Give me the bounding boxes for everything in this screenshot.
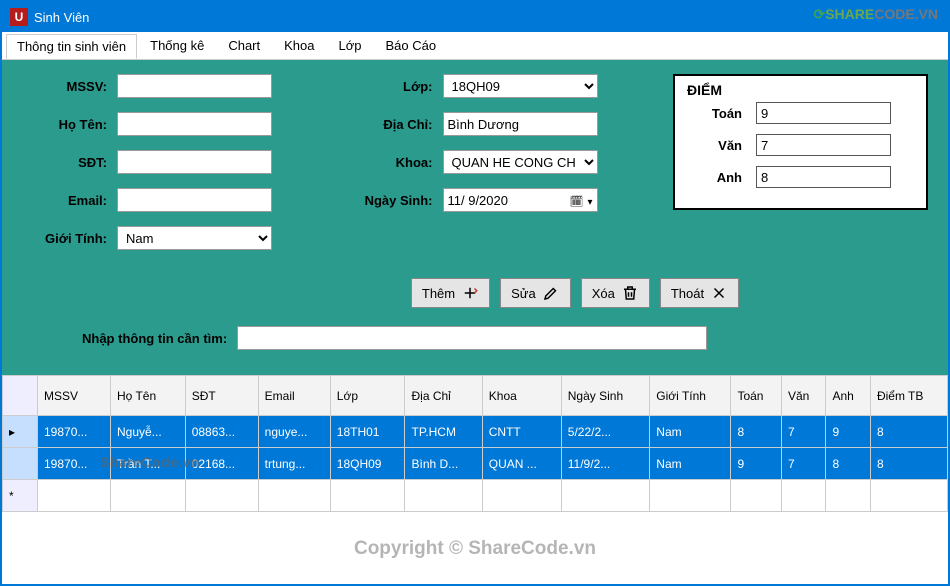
tab-thongke[interactable]: Thống kê <box>139 33 215 58</box>
row-indicator <box>3 448 38 480</box>
delete-button[interactable]: Xóa <box>581 278 650 308</box>
tab-lop[interactable]: Lớp <box>328 33 373 58</box>
col-van[interactable]: Văn <box>781 376 825 416</box>
cell[interactable]: 02168... <box>185 448 258 480</box>
col-rowheader <box>3 376 38 416</box>
cell[interactable]: Nguyễ... <box>110 416 185 448</box>
select-khoa[interactable]: QUAN HE CONG CH <box>443 150 598 174</box>
table-row[interactable]: 19870... Trần T... 02168... trtung... 18… <box>3 448 948 480</box>
col-hoten[interactable]: Họ Tên <box>110 376 185 416</box>
cell[interactable]: 18QH09 <box>330 448 405 480</box>
titlebar: U Sinh Viên ⟳SHARECODE.VN <box>2 2 948 32</box>
cell[interactable]: QUAN ... <box>482 448 561 480</box>
label-email: Email: <box>22 193 107 208</box>
tab-khoa[interactable]: Khoa <box>273 33 325 58</box>
cell[interactable]: nguye... <box>258 416 330 448</box>
table-row[interactable]: ▸ 19870... Nguyễ... 08863... nguye... 18… <box>3 416 948 448</box>
cell[interactable]: 8 <box>870 416 947 448</box>
cell[interactable]: 19870... <box>38 416 111 448</box>
label-ngaysinh: Ngày Sinh: <box>348 193 433 208</box>
col-toan[interactable]: Toán <box>731 376 782 416</box>
label-mssv: MSSV: <box>22 79 107 94</box>
close-icon <box>710 284 728 302</box>
row-indicator: ▸ <box>3 416 38 448</box>
window-title: Sinh Viên <box>34 10 89 25</box>
cell[interactable]: 7 <box>781 416 825 448</box>
watermark-sharecode: ⟳SHARECODE.VN <box>813 6 938 23</box>
cell[interactable]: 19870... <box>38 448 111 480</box>
table-row-new[interactable]: * <box>3 480 948 512</box>
label-lop: Lớp: <box>348 79 433 94</box>
datepicker-ngaysinh[interactable]: 11/ 9/2020 🗓▾ <box>443 188 598 212</box>
cell[interactable]: 18TH01 <box>330 416 405 448</box>
input-hoten[interactable] <box>117 112 272 136</box>
score-panel: ĐIỂM Toán Văn Anh <box>673 74 928 210</box>
label-sdt: SĐT: <box>22 155 107 170</box>
label-anh: Anh <box>687 170 742 185</box>
select-gioitinh[interactable]: Nam <box>117 226 272 250</box>
input-email[interactable] <box>117 188 272 212</box>
pencil-icon <box>542 284 560 302</box>
cell[interactable]: trtung... <box>258 448 330 480</box>
cell[interactable]: TP.HCM <box>405 416 482 448</box>
label-diachi: Địa Chỉ: <box>348 117 433 132</box>
calendar-icon: 🗓 <box>570 196 584 208</box>
col-lop[interactable]: Lớp <box>330 376 405 416</box>
cell[interactable]: 8 <box>870 448 947 480</box>
cell[interactable]: 9 <box>731 448 782 480</box>
search-input[interactable] <box>237 326 707 350</box>
cell[interactable]: 11/9/2... <box>561 448 650 480</box>
search-label: Nhập thông tin cần tìm: <box>82 331 227 346</box>
cell[interactable]: 8 <box>826 448 870 480</box>
grid-header-row: MSSV Họ Tên SĐT Email Lớp Địa Chỉ Khoa N… <box>3 376 948 416</box>
add-icon <box>461 284 479 302</box>
cell[interactable]: 7 <box>781 448 825 480</box>
app-icon: U <box>10 8 28 26</box>
score-header: ĐIỂM <box>687 82 914 98</box>
label-hoten: Họ Tên: <box>22 117 107 132</box>
select-lop[interactable]: 18QH09 <box>443 74 598 98</box>
tab-thongtin[interactable]: Thông tin sinh viên <box>6 34 137 59</box>
input-anh[interactable] <box>756 166 891 188</box>
cell[interactable]: 5/22/2... <box>561 416 650 448</box>
tab-chart[interactable]: Chart <box>217 33 271 58</box>
cell[interactable]: Trần T... <box>110 448 185 480</box>
cell[interactable]: Nam <box>650 416 731 448</box>
cell[interactable]: 08863... <box>185 416 258 448</box>
new-row-indicator: * <box>3 480 38 512</box>
col-diachi[interactable]: Địa Chỉ <box>405 376 482 416</box>
input-toan[interactable] <box>756 102 891 124</box>
col-khoa[interactable]: Khoa <box>482 376 561 416</box>
data-grid[interactable]: MSSV Họ Tên SĐT Email Lớp Địa Chỉ Khoa N… <box>2 375 948 512</box>
chevron-down-icon: ▾ <box>587 197 592 208</box>
label-khoa: Khoa: <box>348 155 433 170</box>
tab-baocao[interactable]: Báo Cáo <box>375 33 448 58</box>
cell[interactable]: Nam <box>650 448 731 480</box>
input-diachi[interactable] <box>443 112 598 136</box>
edit-button[interactable]: Sửa <box>500 278 571 308</box>
add-button[interactable]: Thêm <box>411 278 490 308</box>
cell[interactable]: 9 <box>826 416 870 448</box>
date-value: 11/ 9/2020 <box>448 193 508 208</box>
col-diemtb[interactable]: Điểm TB <box>870 376 947 416</box>
cell[interactable]: 8 <box>731 416 782 448</box>
exit-button[interactable]: Thoát <box>660 278 739 308</box>
label-van: Văn <box>687 138 742 153</box>
tab-strip: Thông tin sinh viên Thống kê Chart Khoa … <box>2 32 948 60</box>
label-gioitinh: Giới Tính: <box>22 231 107 246</box>
form-panel: MSSV: Họ Tên: SĐT: Email: Giới Tính:Nam … <box>2 60 948 375</box>
cell[interactable]: Bình D... <box>405 448 482 480</box>
col-mssv[interactable]: MSSV <box>38 376 111 416</box>
col-ngaysinh[interactable]: Ngày Sinh <box>561 376 650 416</box>
cell[interactable]: CNTT <box>482 416 561 448</box>
col-sdt[interactable]: SĐT <box>185 376 258 416</box>
col-gioitinh[interactable]: Giới Tính <box>650 376 731 416</box>
input-van[interactable] <box>756 134 891 156</box>
label-toan: Toán <box>687 106 742 121</box>
input-sdt[interactable] <box>117 150 272 174</box>
trash-icon <box>621 284 639 302</box>
col-anh[interactable]: Anh <box>826 376 870 416</box>
input-mssv[interactable] <box>117 74 272 98</box>
col-email[interactable]: Email <box>258 376 330 416</box>
